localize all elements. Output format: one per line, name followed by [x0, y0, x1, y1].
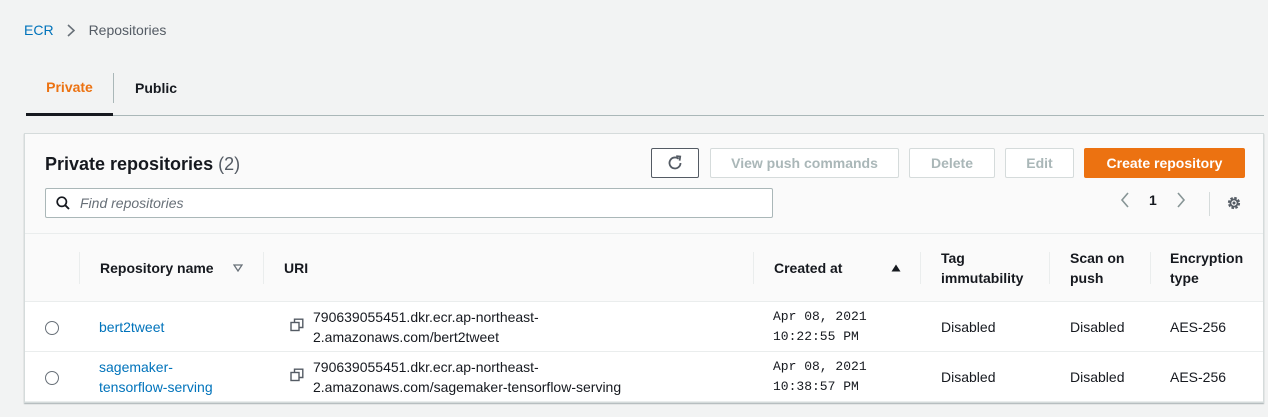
table-header: Repository name URI Created at Tag immut…	[25, 234, 1263, 302]
scan-on-push-cell: Disabled	[1070, 369, 1125, 385]
scan-on-push-cell: Disabled	[1070, 319, 1125, 335]
created-time: 10:22:55 PM	[773, 329, 859, 344]
column-header-text: push	[1070, 270, 1104, 286]
row-select-radio[interactable]	[45, 321, 59, 335]
copy-icon[interactable]	[290, 318, 304, 332]
column-header-text: Scan on	[1070, 250, 1125, 266]
column-header-text: Tag	[941, 250, 965, 266]
view-push-commands-button[interactable]: View push commands	[710, 148, 899, 178]
repository-count: (2)	[218, 154, 241, 174]
repository-link[interactable]: tensorflow-serving	[99, 377, 213, 397]
repository-link[interactable]: bert2tweet	[99, 317, 164, 337]
repository-name-cell: sagemaker- tensorflow-serving	[99, 352, 213, 402]
copy-icon[interactable]	[290, 368, 304, 382]
uri-cell: 790639055451.dkr.ecr.ap-northeast- 2.ama…	[313, 302, 539, 352]
row-select-radio[interactable]	[45, 371, 59, 385]
column-divider	[263, 252, 264, 284]
column-header-text: type	[1170, 270, 1199, 286]
column-divider	[920, 252, 921, 284]
column-divider	[1049, 252, 1050, 284]
delete-button[interactable]: Delete	[909, 148, 995, 178]
column-header-text: Encryption	[1170, 250, 1244, 266]
sort-down-icon[interactable]	[233, 264, 243, 272]
chevron-left-icon[interactable]	[1120, 192, 1130, 208]
create-repository-button[interactable]: Create repository	[1084, 148, 1245, 178]
uri-text: 2.amazonaws.com/bert2tweet	[313, 329, 499, 345]
repository-tabs: Private Public	[26, 60, 1264, 116]
breadcrumb: ECR Repositories	[24, 22, 166, 38]
created-date: Apr 08, 2021	[773, 309, 867, 324]
pagination: 1	[1120, 192, 1186, 208]
refresh-button[interactable]	[651, 148, 699, 178]
panel-header: Private repositories (2) View push comma…	[25, 134, 1263, 234]
tag-immutability-cell: Disabled	[941, 369, 996, 385]
uri-cell: 790639055451.dkr.ecr.ap-northeast- 2.ama…	[313, 352, 621, 402]
tab-public[interactable]: Public	[114, 60, 177, 116]
uri-text: 790639055451.dkr.ecr.ap-northeast-	[313, 359, 539, 375]
repositories-table: Repository name URI Created at Tag immut…	[25, 234, 1263, 402]
tab-private[interactable]: Private	[26, 60, 113, 116]
column-divider	[79, 252, 80, 284]
column-header-uri: URI	[284, 260, 309, 276]
panel-title: Private repositories	[45, 154, 214, 174]
repository-name-cell: bert2tweet	[99, 302, 164, 352]
edit-button[interactable]: Edit	[1005, 148, 1074, 178]
gear-icon[interactable]	[1225, 194, 1243, 212]
column-divider	[1150, 252, 1151, 284]
repository-link[interactable]: sagemaker-	[99, 357, 173, 377]
pager-divider	[1209, 192, 1210, 216]
column-header-scan-on-push: Scan on push	[1070, 234, 1124, 302]
column-header-text: immutability	[941, 270, 1024, 286]
created-date: Apr 08, 2021	[773, 359, 867, 374]
repositories-panel: Private repositories (2) View push comma…	[24, 133, 1264, 403]
table-row: bert2tweet 790639055451.dkr.ecr.ap-north…	[25, 302, 1263, 352]
column-header-tag-immutability: Tag immutability	[941, 234, 1023, 302]
column-header-encryption-type: Encryption type	[1170, 234, 1243, 302]
uri-text: 2.amazonaws.com/sagemaker-tensorflow-ser…	[313, 379, 622, 395]
column-header-repository-name[interactable]: Repository name	[100, 234, 214, 302]
page-title: Private repositories (2)	[45, 154, 240, 175]
breadcrumb-current: Repositories	[88, 22, 167, 38]
created-at-cell: Apr 08, 2021 10:38:57 PM	[773, 352, 867, 402]
encryption-type-cell: AES-256	[1170, 369, 1227, 385]
tag-immutability-cell: Disabled	[941, 319, 996, 335]
table-row: sagemaker- tensorflow-serving 7906390554…	[25, 352, 1263, 402]
search-box	[45, 188, 773, 218]
created-at-cell: Apr 08, 2021 10:22:55 PM	[773, 302, 867, 352]
search-icon	[56, 196, 70, 210]
uri-text: 790639055451.dkr.ecr.ap-northeast-	[313, 309, 539, 325]
column-divider	[753, 252, 754, 284]
refresh-icon	[666, 154, 684, 172]
sort-up-icon[interactable]	[891, 264, 901, 272]
breadcrumb-ecr-link[interactable]: ECR	[24, 22, 54, 38]
encryption-type-cell: AES-256	[1170, 319, 1227, 335]
page-number[interactable]: 1	[1149, 192, 1157, 208]
column-header-created-at[interactable]: Created at	[774, 234, 842, 302]
created-time: 10:38:57 PM	[773, 379, 859, 394]
search-input[interactable]	[80, 195, 720, 211]
chevron-right-icon	[67, 23, 75, 37]
chevron-right-icon[interactable]	[1176, 192, 1186, 208]
